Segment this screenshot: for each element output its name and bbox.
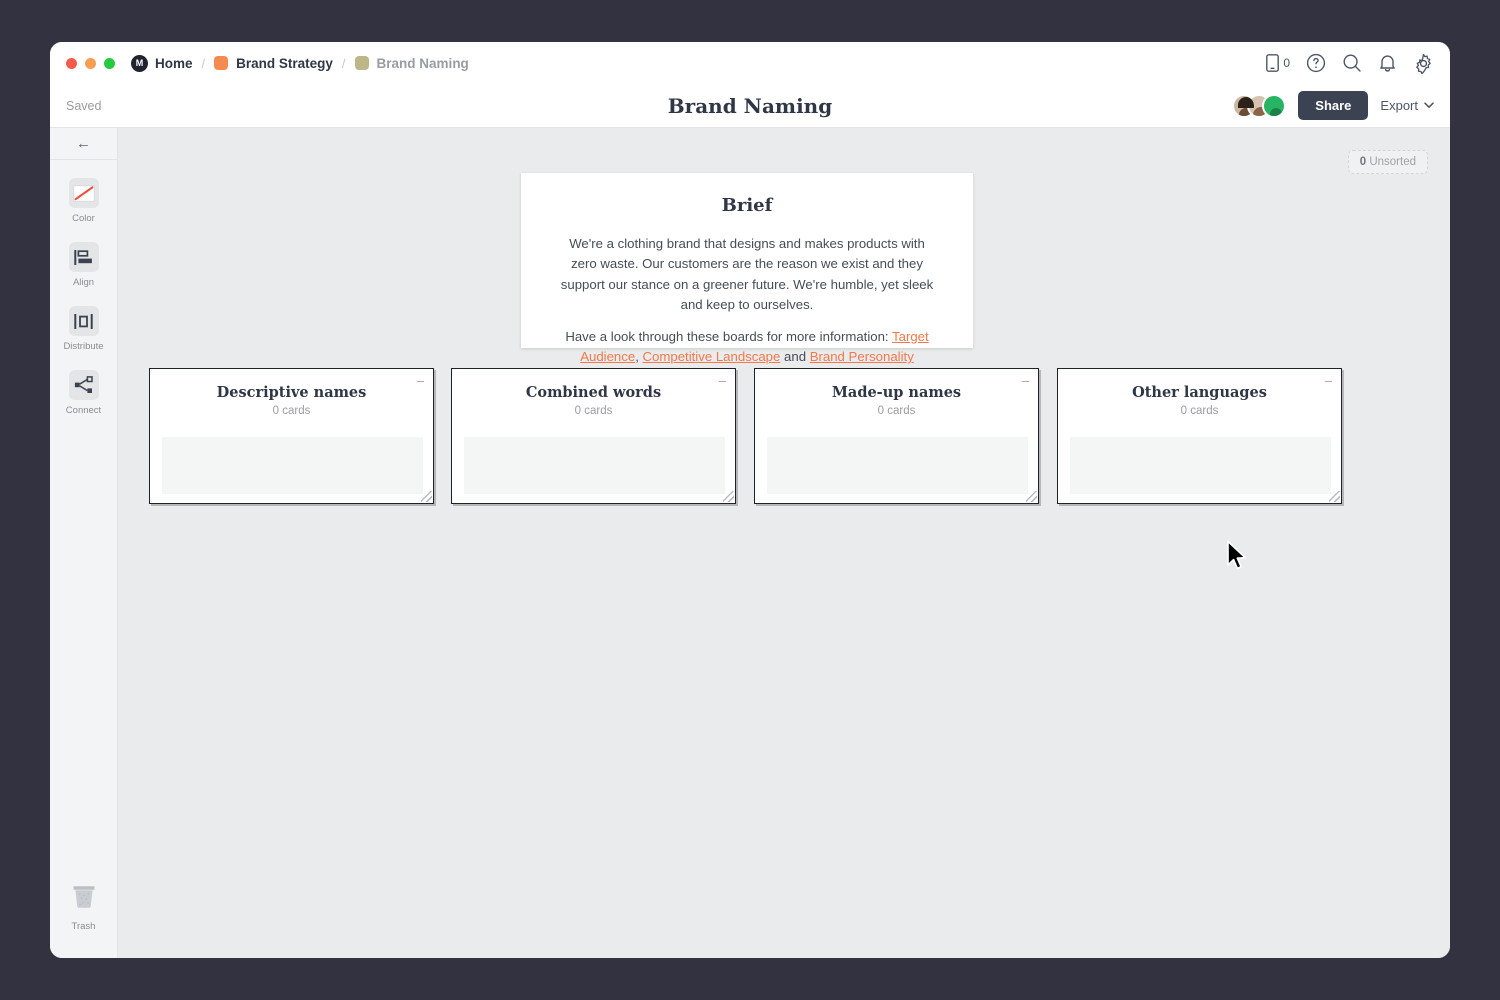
sidebar-collapse-button[interactable]: ← [50,128,117,160]
unsorted-count: 0 [1359,156,1367,168]
board-card-count: 0 cards [877,405,916,417]
breadcrumb-home[interactable]: M Home [131,54,193,72]
breadcrumb-swatch-icon [354,56,369,70]
save-status: Saved [66,98,102,113]
brief-conjunction: and [780,349,810,365]
board-title: Combined words [525,384,662,401]
breadcrumb-brand-naming-label: Brand Naming [376,55,469,71]
minimize-board-button[interactable]: – [1325,374,1332,387]
board-title: Other languages [1132,384,1267,401]
unsorted-badge[interactable]: 0 Unsorted [1347,150,1428,174]
mobile-preview-icon[interactable]: 0 [1266,54,1290,72]
board-card-count: 0 cards [574,405,613,417]
board-dropzone[interactable] [162,437,423,494]
brief-paragraph-2-prefix: Have a look through these boards for mor… [565,328,893,344]
board-card-count: 0 cards [1180,405,1219,417]
link-brand-personality[interactable]: Brand Personality [810,349,914,364]
window-controls[interactable] [66,57,115,69]
trash-icon [70,883,98,916]
help-icon[interactable] [1306,53,1326,73]
resize-handle[interactable] [1329,491,1340,502]
breadcrumb-brand-strategy[interactable]: Brand Strategy [214,56,333,71]
maximize-window-button[interactable] [104,57,115,69]
sidebar-item-label: Distribute [63,341,104,352]
search-icon[interactable] [1342,53,1362,73]
mouse-cursor [1226,540,1250,577]
brief-paragraph-1: We're a clothing brand that designs and … [560,236,934,313]
board-dropzone[interactable] [1070,437,1331,494]
link-competitive-landscape[interactable]: Competitive Landscape [643,349,781,364]
notifications-icon[interactable] [1378,53,1397,73]
board-card-count: 0 cards [272,405,311,417]
board-header: Saved Brand Naming Share Export [50,84,1450,128]
chevron-down-icon [1424,102,1434,108]
board-title: Made-up names [831,384,962,401]
distribute-icon [68,306,99,336]
titlebar: M Home / Brand Strategy / Brand Naming 0 [50,42,1450,84]
sidebar-item-label: Color [72,213,95,224]
sidebar-item-label: Connect [65,405,102,416]
sidebar-item-label: Align [72,277,95,288]
minimize-board-button[interactable]: – [417,374,424,387]
breadcrumb-home-label: Home [155,55,193,71]
brief-title: Brief [721,195,773,216]
board-card[interactable]: – Combined words 0 cards [451,368,736,504]
minimize-board-button[interactable]: – [719,374,726,387]
workspace: ← Color Align Distribute Connect Trash 0… [50,128,1450,958]
app-logo-icon: M [131,54,148,72]
minimize-window-button[interactable] [85,57,96,69]
board-card[interactable]: – Other languages 0 cards [1057,368,1342,504]
mobile-preview-count: 0 [1283,56,1290,70]
collaborator-avatars[interactable] [1232,93,1287,118]
board-card[interactable]: – Descriptive names 0 cards [149,368,434,504]
board-dropzone[interactable] [767,437,1028,494]
breadcrumb-swatch-icon [214,56,229,70]
resize-handle[interactable] [723,491,734,502]
tool-sidebar: ← Color Align Distribute Connect Trash [50,128,118,958]
connect-icon [68,370,99,400]
board-card[interactable]: – Made-up names 0 cards [754,368,1039,504]
unsorted-label: Unsorted [1369,156,1416,168]
sidebar-item-distribute[interactable]: Distribute [50,306,117,352]
align-icon [68,242,99,272]
share-button[interactable]: Share [1298,91,1369,120]
breadcrumb-separator-1: / [201,55,206,71]
brief-card[interactable]: Brief We're a clothing brand that design… [521,173,973,364]
minimize-board-button[interactable]: – [1022,374,1029,387]
breadcrumb-separator-2: / [341,55,346,71]
board-dropzone[interactable] [464,437,725,494]
trash-button[interactable]: Trash [70,883,98,932]
sidebar-item-connect[interactable]: Connect [50,370,117,416]
board-title: Descriptive names [216,384,367,401]
resize-handle[interactable] [1026,491,1037,502]
header-actions: Share Export [1232,91,1434,120]
titlebar-actions: 0 [1266,53,1434,74]
close-window-button[interactable] [66,57,77,69]
settings-icon[interactable] [1413,53,1434,74]
breadcrumb-brand-strategy-label: Brand Strategy [236,55,333,71]
color-icon [68,178,99,208]
app-window: M Home / Brand Strategy / Brand Naming 0 [50,42,1450,958]
sidebar-item-color[interactable]: Color [50,178,117,224]
brief-paragraph-2: Have a look through these boards for mor… [555,327,939,368]
brief-comma: , [635,349,639,365]
resize-handle[interactable] [421,491,432,502]
breadcrumb-brand-naming[interactable]: Brand Naming [354,55,469,71]
board-canvas[interactable]: 0 Unsorted Brief We're a clothing brand … [118,128,1450,958]
avatar[interactable] [1262,93,1287,118]
export-button-label: Export [1380,98,1418,113]
trash-label: Trash [71,921,96,932]
export-button[interactable]: Export [1380,98,1434,113]
sidebar-item-align[interactable]: Align [50,242,117,288]
